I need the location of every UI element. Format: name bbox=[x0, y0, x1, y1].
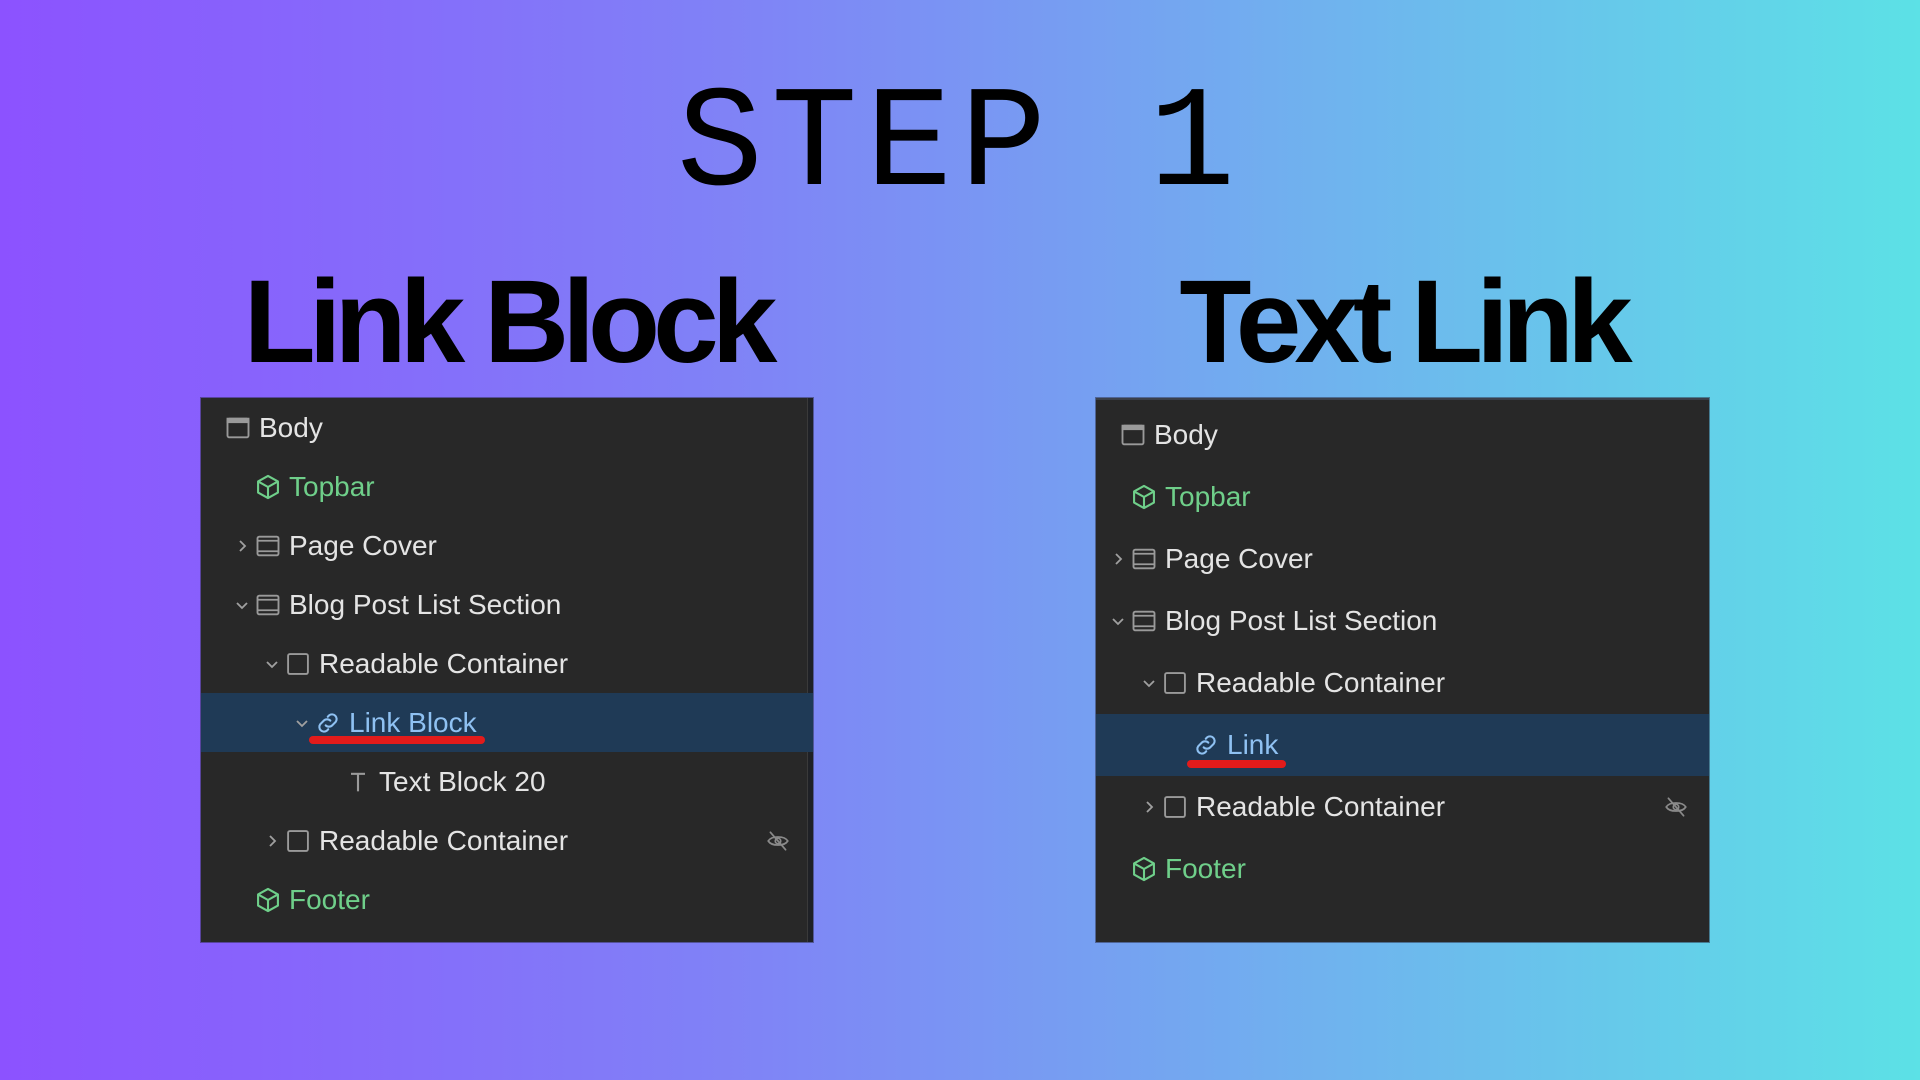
chevron-right-icon[interactable] bbox=[1107, 552, 1129, 566]
tree-item-topbar[interactable]: Topbar bbox=[201, 457, 813, 516]
section-icon bbox=[1129, 606, 1159, 636]
eye-off-icon[interactable] bbox=[765, 828, 791, 854]
tree-item-label: Readable Container bbox=[1196, 667, 1446, 698]
tree-item-label: Readable Container bbox=[319, 824, 569, 856]
tree-item-label: Topbar bbox=[1165, 481, 1251, 512]
tree-item-label: Page Cover bbox=[1165, 543, 1313, 574]
tree-item-label: Page Cover bbox=[289, 529, 437, 561]
tree-item-topbar[interactable]: Topbar bbox=[1096, 466, 1709, 528]
div-icon bbox=[283, 826, 313, 856]
tree-item-label: Body bbox=[1154, 419, 1218, 450]
tree-item-label: Link bbox=[1227, 729, 1279, 760]
link-icon bbox=[313, 708, 343, 738]
navigator-panel-text-link: Body Topbar Page Cover Blog Post List Secti… bbox=[1096, 398, 1709, 942]
chevron-right-icon[interactable] bbox=[1138, 800, 1160, 814]
component-icon bbox=[1129, 854, 1159, 884]
tree-item-body[interactable]: Body bbox=[1096, 404, 1709, 466]
section-icon bbox=[1129, 544, 1159, 574]
div-icon bbox=[1160, 668, 1190, 698]
section-icon bbox=[253, 531, 283, 561]
tree-item-link-block[interactable]: Link Block bbox=[201, 693, 813, 752]
component-icon bbox=[253, 885, 283, 915]
tree-item-label: Footer bbox=[1165, 853, 1246, 884]
chevron-down-icon[interactable] bbox=[1107, 614, 1129, 628]
body-icon bbox=[223, 413, 253, 443]
tree-item-label: Blog Post List Section bbox=[289, 588, 562, 620]
section-icon bbox=[253, 590, 283, 620]
tree-item-blog-post-list-section[interactable]: Blog Post List Section bbox=[1096, 590, 1709, 652]
tree-item-blog-post-list-section[interactable]: Blog Post List Section bbox=[201, 575, 813, 634]
tree-item-readable-container[interactable]: Readable Container bbox=[201, 634, 813, 693]
chevron-right-icon[interactable] bbox=[261, 834, 283, 848]
tree-item-label: Text Block 20 bbox=[379, 765, 546, 797]
tree-item-footer[interactable]: Footer bbox=[201, 870, 813, 929]
tree-item-label: Footer bbox=[289, 883, 370, 915]
link-icon bbox=[1191, 730, 1221, 760]
tree-item-body[interactable]: Body bbox=[201, 398, 813, 457]
tree-item-label: Body bbox=[259, 411, 323, 443]
div-icon bbox=[1160, 792, 1190, 822]
component-icon bbox=[253, 472, 283, 502]
step-title: STEP 1 bbox=[676, 65, 1244, 228]
chevron-right-icon[interactable] bbox=[231, 539, 253, 553]
tree-item-label: Link Block bbox=[349, 706, 477, 738]
chevron-down-icon[interactable] bbox=[261, 657, 283, 671]
div-icon bbox=[283, 649, 313, 679]
chevron-down-icon[interactable] bbox=[291, 716, 313, 730]
highlight-underline bbox=[309, 736, 485, 744]
tree-item-footer[interactable]: Footer bbox=[1096, 838, 1709, 900]
tree-item-page-cover[interactable]: Page Cover bbox=[1096, 528, 1709, 590]
tree-item-text-block-20[interactable]: Text Block 20 bbox=[201, 752, 813, 811]
tree-item-link[interactable]: Link bbox=[1096, 714, 1709, 776]
link-block-heading: Link Block bbox=[243, 256, 778, 388]
body-icon bbox=[1118, 420, 1148, 450]
text-link-heading: Text Link bbox=[1179, 256, 1632, 388]
chevron-down-icon[interactable] bbox=[231, 598, 253, 612]
chevron-down-icon[interactable] bbox=[1138, 676, 1160, 690]
tree-item-label: Topbar bbox=[289, 470, 375, 502]
tree-item-page-cover[interactable]: Page Cover bbox=[201, 516, 813, 575]
tree-item-readable-container[interactable]: Readable Container bbox=[201, 811, 813, 870]
tree-item-readable-container[interactable]: Readable Container bbox=[1096, 652, 1709, 714]
text-icon bbox=[343, 767, 373, 797]
tree-item-label: Readable Container bbox=[1196, 791, 1446, 822]
eye-off-icon[interactable] bbox=[1663, 794, 1689, 820]
tree-item-label: Blog Post List Section bbox=[1165, 605, 1438, 636]
navigator-panel-link-block: Body Topbar Page Cover Blog Post List Secti… bbox=[201, 398, 813, 942]
tree-item-label: Readable Container bbox=[319, 647, 569, 679]
component-icon bbox=[1129, 482, 1159, 512]
tree-item-readable-container[interactable]: Readable Container bbox=[1096, 776, 1709, 838]
highlight-underline bbox=[1187, 760, 1286, 768]
